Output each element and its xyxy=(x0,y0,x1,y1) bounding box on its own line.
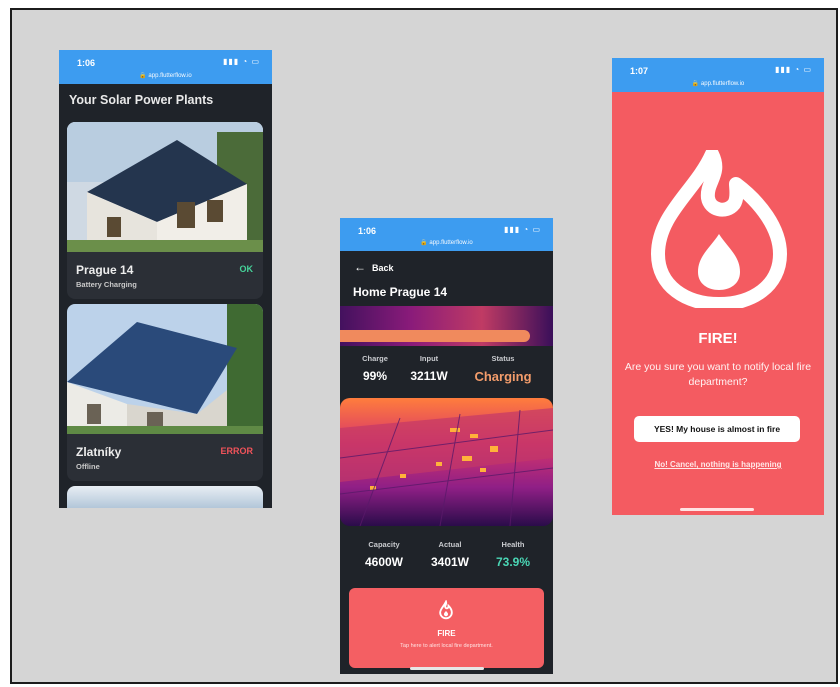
url-text: app.flutterflow.io xyxy=(429,240,473,246)
fire-button-label: FIRE xyxy=(437,629,456,638)
house-image xyxy=(67,486,263,508)
back-label: Back xyxy=(372,263,394,273)
plant-card-zlatniky[interactable]: Zlatníky Offline ERROR xyxy=(67,304,263,481)
url-text: app.flutterflow.io xyxy=(700,81,745,87)
fire-icon xyxy=(651,150,787,308)
back-button[interactable]: ← Back xyxy=(354,260,394,274)
url-text: app.flutterflow.io xyxy=(148,73,192,79)
stat-value: 4600W xyxy=(364,555,404,569)
status-badge: OK xyxy=(239,264,254,274)
plant-card-partial[interactable] xyxy=(67,486,263,508)
page-title: Home Prague 14 xyxy=(353,285,448,299)
status-bar: 1:06 ▮▮▮ ◔ ▭ 🔒 app.flutterflow.io xyxy=(59,50,272,84)
plant-name: Prague 14 xyxy=(76,263,134,277)
stat-input: Input 3211W xyxy=(406,354,452,383)
plants-list-screen: 1:06 ▮▮▮ ◔ ▭ 🔒 app.flutterflow.io Your S… xyxy=(59,50,272,508)
stat-charge: Charge 99% xyxy=(354,354,396,383)
arrow-left-icon: ← xyxy=(354,260,366,274)
stat-label: Capacity xyxy=(368,540,400,549)
stat-status: Status Charging xyxy=(464,354,542,384)
fire-alert-button[interactable]: FIRE Tap here to alert local fire depart… xyxy=(349,588,544,668)
stat-actual: Actual 3401W xyxy=(422,540,478,569)
signal-battery-icon: ▮▮▮ ◔ ▭ xyxy=(774,65,812,74)
clock: 1:06 xyxy=(77,58,96,68)
charge-progress-bar xyxy=(340,330,530,342)
stat-label: Status xyxy=(491,354,515,363)
stat-value: Charging xyxy=(474,369,532,384)
fire-icon xyxy=(439,600,453,620)
stat-health: Health 73.9% xyxy=(488,540,538,569)
stat-label: Health xyxy=(501,540,525,549)
stat-value: 3401W xyxy=(430,555,470,569)
clock: 1:06 xyxy=(358,226,377,236)
stat-label: Charge xyxy=(362,354,388,363)
stat-value: 99% xyxy=(362,369,388,383)
plant-name: Zlatníky xyxy=(76,445,122,459)
home-indicator xyxy=(410,667,484,670)
stat-capacity: Capacity 4600W xyxy=(356,540,412,569)
thermal-image xyxy=(340,398,553,526)
stat-label: Actual xyxy=(438,540,462,549)
stat-value: 73.9% xyxy=(495,555,531,569)
page-title: Your Solar Power Plants xyxy=(69,93,214,107)
plant-subtitle: Offline xyxy=(76,462,100,471)
home-indicator xyxy=(680,508,754,511)
url-bar[interactable]: 🔒 app.flutterflow.io xyxy=(340,239,553,246)
plant-detail-screen: 1:06 ▮▮▮ ◔ ▭ 🔒 app.flutterflow.io ← Back … xyxy=(340,218,553,674)
status-badge: ERROR xyxy=(220,446,253,456)
signal-battery-icon: ▮▮▮ ◔ ▭ xyxy=(222,57,260,66)
dialog-title: FIRE! xyxy=(698,330,738,347)
stat-label: Input xyxy=(419,354,439,363)
house-image xyxy=(67,122,263,252)
clock: 1:07 xyxy=(630,66,649,76)
fire-button-subtitle: Tap here to alert local fire department. xyxy=(400,643,493,649)
plant-subtitle: Battery Charging xyxy=(76,280,137,289)
cancel-link[interactable]: No! Cancel, nothing is happening xyxy=(612,460,824,469)
url-bar[interactable]: 🔒 app.flutterflow.io xyxy=(59,72,272,79)
plant-card-prague[interactable]: Prague 14 Battery Charging OK xyxy=(67,122,263,299)
confirm-fire-button[interactable]: YES! My house is almost in fire xyxy=(634,416,800,442)
canvas-background: 1:06 ▮▮▮ ◔ ▭ 🔒 app.flutterflow.io Your S… xyxy=(10,8,838,684)
url-bar[interactable]: 🔒 app.flutterflow.io xyxy=(612,80,824,87)
stat-value: 3211W xyxy=(410,369,448,383)
fire-confirm-screen: 1:07 ▮▮▮ ◔ ▭ 🔒 app.flutterflow.io FIRE! … xyxy=(612,58,824,515)
signal-battery-icon: ▮▮▮ ◔ ▭ xyxy=(503,225,541,234)
dialog-message: Are you sure you want to notify local fi… xyxy=(624,361,812,388)
house-image xyxy=(67,304,263,434)
status-bar: 1:06 ▮▮▮ ◔ ▭ 🔒 app.flutterflow.io xyxy=(340,218,553,251)
status-bar: 1:07 ▮▮▮ ◔ ▭ 🔒 app.flutterflow.io xyxy=(612,58,824,92)
